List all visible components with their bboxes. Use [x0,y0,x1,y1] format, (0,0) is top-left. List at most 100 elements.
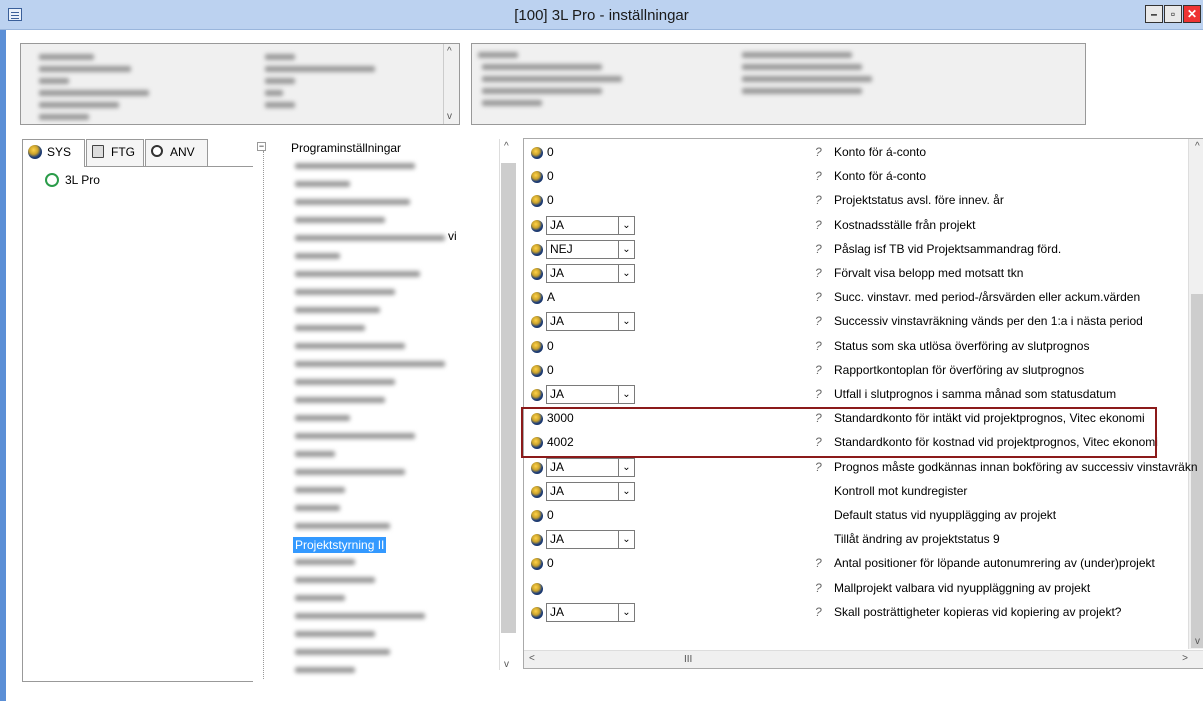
chevron-down-icon[interactable]: ⌄ [618,240,634,258]
help-icon[interactable]: ? [815,387,828,401]
setting-description: Projektstatus avsl. före innev. år [834,193,1004,208]
setting-row[interactable]: 0? Konto för á-conto [524,165,1188,189]
setting-value: JA [550,483,565,498]
setting-row[interactable]: JA ⌄ Kontroll mot kundregister [524,480,1188,504]
setting-row[interactable]: JA ⌄? Skall posträttigheter kopieras vid k… [524,601,1188,625]
grid-vertical-scrollbar[interactable]: ^ v [1188,139,1203,649]
setting-dropdown[interactable]: JA ⌄ [546,457,635,477]
setting-row[interactable]: 0? Konto för á-conto [524,141,1188,165]
setting-value[interactable]: 0 [547,507,554,525]
setting-value: JA [550,217,565,232]
scope-globe-icon [531,340,543,353]
scope-globe-icon [531,461,543,474]
setting-value[interactable]: 0 [547,192,554,210]
setting-value[interactable]: 0 [547,168,554,186]
help-icon[interactable]: ? [815,363,828,377]
grid-horizontal-scrollbar[interactable]: < III > [524,650,1203,668]
highlight-box [521,407,1157,458]
help-icon[interactable]: ? [815,290,828,304]
category-scrollbar[interactable]: ^ v [499,139,516,670]
maximize-button[interactable]: ▫ [1164,5,1182,23]
setting-description: Konto för á-conto [834,145,927,159]
help-icon[interactable]: ? [815,266,828,280]
chevron-down-icon[interactable]: ⌄ [618,603,634,621]
close-button[interactable]: ✕ [1183,5,1201,23]
setting-value[interactable]: 0 [547,144,554,162]
setting-description: Mallprojekt valbara vid nyuppläggning av… [834,580,1091,595]
help-icon[interactable]: ? [815,314,828,328]
setting-row[interactable]: 0? Projektstatus avsl. före innev. år [524,189,1188,213]
setting-value: NEJ [550,241,573,256]
setting-dropdown[interactable]: JA ⌄ [546,385,635,404]
setting-value: JA [550,604,565,619]
setting-description: Påslag isf TB vid Projektsammandrag förd… [834,241,1062,256]
collapse-icon[interactable]: − [257,142,266,151]
setting-description: Kostnadsställe från projekt [834,217,976,232]
chevron-down-icon[interactable]: ⌄ [618,216,634,234]
help-icon[interactable]: ? [815,581,828,595]
setting-row[interactable]: JA ⌄? Förvalt visa belopp med motsatt tkn [524,262,1188,286]
help-icon[interactable]: ? [815,339,828,353]
chevron-down-icon[interactable]: ⌄ [618,482,634,500]
scope-tree: 3L Pro [22,166,269,682]
tree-root-label[interactable]: Programinställningar [291,141,401,155]
setting-row[interactable]: 0? Status som ska utlösa överföring av sl… [524,335,1188,359]
scope-globe-icon [531,219,543,232]
minimize-button[interactable]: – [1145,5,1163,23]
help-icon[interactable]: ? [815,145,828,159]
tab-anv-label: ANV [170,145,195,159]
setting-dropdown[interactable]: JA ⌄ [546,215,635,235]
setting-dropdown[interactable]: JA ⌄ [546,530,635,550]
setting-row[interactable]: JA ⌄? Prognos måste godkännas innan bokför… [524,456,1198,480]
setting-dropdown[interactable]: NEJ ⌄ [546,239,635,259]
chevron-down-icon[interactable]: ⌄ [618,458,634,476]
setting-row[interactable]: NEJ ⌄? Påslag isf TB vid Projektsammandrag… [524,238,1188,262]
info-panel-left: ^ v [20,43,460,125]
category-scroll-thumb[interactable] [501,163,516,633]
setting-row[interactable]: 0? Rapportkontoplan för överföring av slu… [524,359,1188,383]
setting-value: JA [550,266,565,280]
tab-ftg[interactable]: FTG [86,139,144,166]
tree-item-3l-pro[interactable]: 3L Pro [45,173,100,187]
chevron-down-icon[interactable]: ⌄ [618,531,634,549]
setting-value[interactable]: 0 [547,362,554,380]
setting-dropdown[interactable]: JA ⌄ [546,312,635,332]
setting-dropdown[interactable]: JA ⌄ [546,481,635,501]
info-scrollbar[interactable]: ^ v [443,44,459,124]
help-icon[interactable]: ? [815,193,828,207]
scope-globe-icon [531,195,543,208]
help-icon[interactable]: ? [815,218,828,232]
tab-anv[interactable]: ANV [145,139,208,166]
help-icon[interactable]: ? [815,605,828,619]
chevron-down-icon[interactable]: ⌄ [618,313,634,331]
chevron-down-icon[interactable]: ⌄ [618,265,634,282]
setting-description: Antal positioner för löpande autonumreri… [834,556,1155,571]
setting-row[interactable]: 0? Antal positioner för löpande autonumre… [524,552,1188,576]
help-icon[interactable]: ? [815,556,828,570]
setting-row[interactable]: JA ⌄? Successiv vinstavräkning vänds per d… [524,310,1188,334]
chevron-down-icon[interactable]: ⌄ [618,386,634,403]
setting-value[interactable]: 0 [547,338,554,356]
scope-globe-icon [531,171,543,184]
help-icon[interactable]: ? [815,460,828,474]
setting-row[interactable]: JA ⌄? Kostnadsställe från projekt [524,214,1188,238]
title-bar: [100] 3L Pro - inställningar – ▫ ✕ [0,0,1203,30]
setting-value[interactable]: 0 [547,555,554,573]
scope-globe-icon [531,389,543,401]
tab-sys[interactable]: SYS [22,139,85,167]
setting-row[interactable]: ? Mallprojekt valbara vid nyuppläggning a… [524,577,1188,601]
window-title: [100] 3L Pro - inställningar [514,7,689,24]
tree-item-projektstyrning-ii[interactable]: Projektstyrning II [293,537,387,553]
setting-dropdown[interactable]: JA ⌄ [546,264,635,283]
help-icon[interactable]: ? [815,169,828,183]
setting-dropdown[interactable]: JA ⌄ [546,602,635,622]
setting-value[interactable]: A [547,289,555,307]
setting-row[interactable]: JA ⌄? Utfall i slutprognos i samma månad s… [524,383,1188,407]
setting-row[interactable]: JA ⌄ Tillåt ändring av projektstatus 9 [524,528,1188,552]
help-icon[interactable]: ? [815,242,828,256]
setting-row[interactable]: 0 Default status vid nyupplägging av proj… [524,504,1188,528]
setting-description: Tillåt ändring av projektstatus 9 [834,532,1000,547]
setting-description: Rapportkontoplan för överföring av slutp… [834,362,1085,377]
scope-globe-icon [531,485,543,498]
setting-row[interactable]: A? Succ. vinstavr. med period-/årsvärden … [524,286,1188,310]
